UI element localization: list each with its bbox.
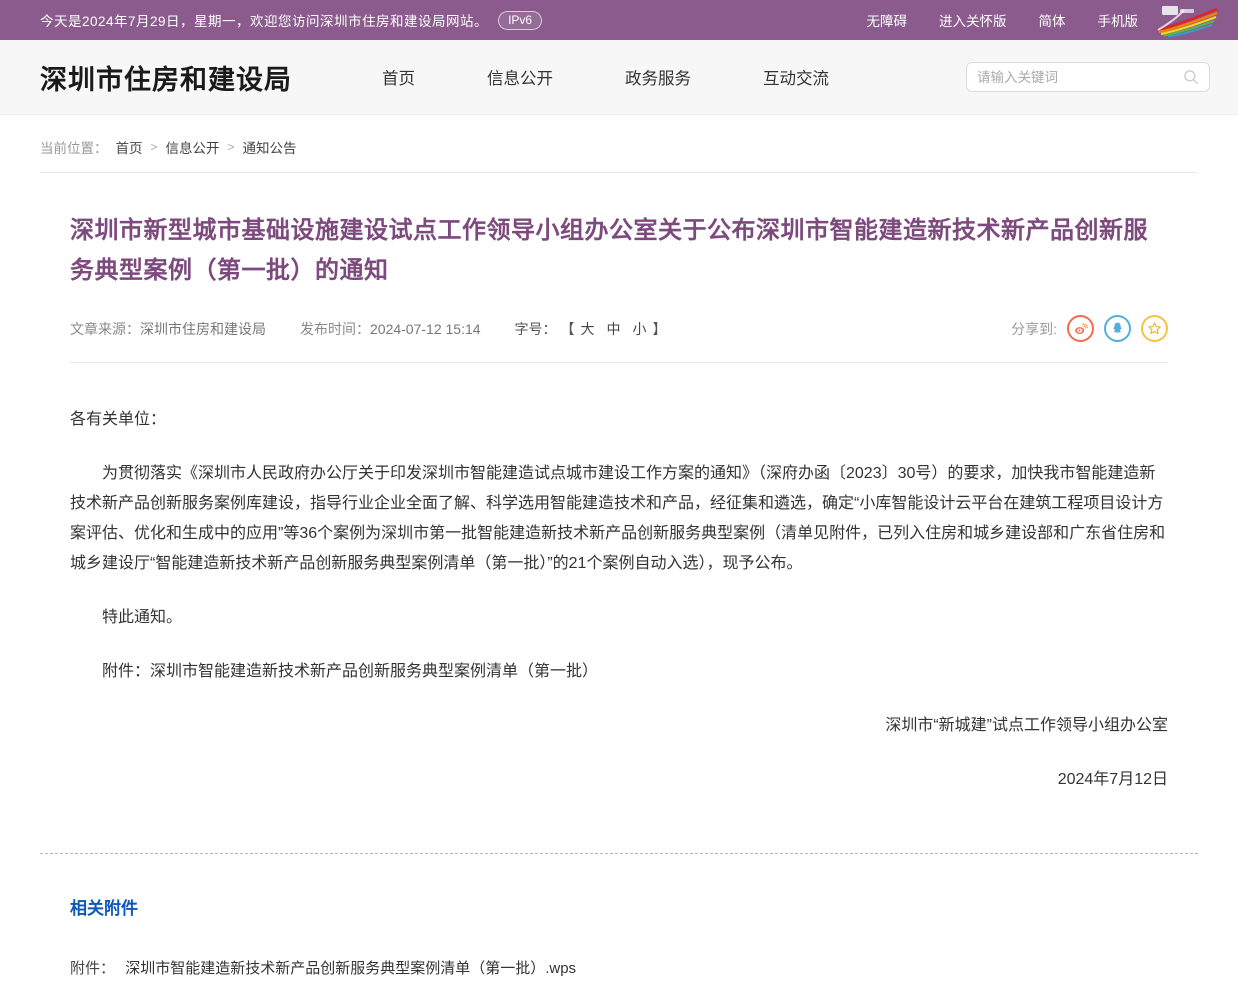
rainbow-wing-logo-icon[interactable]: [1154, 3, 1220, 37]
related-attachments-section: 相关附件 附件： 深圳市智能建造新技术新产品创新服务典型案例清单（第一批）.wp…: [40, 894, 1198, 978]
fontsize-large-button[interactable]: 大: [580, 321, 594, 337]
nav-gov-services[interactable]: 政务服务: [625, 65, 691, 89]
welcome-text: 今天是2024年7月29日，星期一，欢迎您访问深圳市住房和建设局网站。: [40, 10, 488, 30]
article-meta: 文章来源：深圳市住房和建设局 发布时间：2024-07-12 15:14 字号：…: [70, 315, 1168, 342]
time-label: 发布时间：: [300, 321, 370, 337]
divider: [40, 172, 1198, 173]
notice-line: 特此通知。: [70, 603, 1168, 633]
publish-time: 发布时间：2024-07-12 15:14: [300, 319, 481, 339]
breadcrumb-label: 当前位置：: [40, 137, 108, 157]
source-label: 文章来源：: [70, 321, 140, 337]
fontsize-bracket-open: 【: [560, 321, 574, 337]
topbar-links: 无障碍 进入关怀版 简体 手机版: [867, 10, 1139, 30]
breadcrumb-separator: >: [228, 140, 235, 154]
article-body: 各有关单位： 为贯彻落实《深圳市人民政府办公厅关于印发深圳市智能建造试点城市建设…: [70, 405, 1168, 795]
dashed-divider: [40, 853, 1198, 854]
attachment-row: 附件： 深圳市智能建造新技术新产品创新服务典型案例清单（第一批）.wps: [70, 957, 1168, 978]
article: 深圳市新型城市基础设施建设试点工作领导小组办公室关于公布深圳市智能建造新技术新产…: [40, 211, 1198, 795]
share-label: 分享到:: [1011, 319, 1057, 339]
share-group: 分享到:: [1011, 315, 1168, 342]
search-input[interactable]: [977, 70, 1183, 85]
nav-info-disclosure[interactable]: 信息公开: [487, 65, 553, 89]
divider: [70, 362, 1168, 363]
breadcrumb-notices[interactable]: 通知公告: [243, 137, 297, 157]
related-attachments-title: 相关附件: [70, 894, 1168, 919]
salutation: 各有关单位：: [70, 405, 1168, 435]
signature: 深圳市“新城建”试点工作领导小组办公室: [70, 711, 1168, 741]
main-paragraph: 为贯彻落实《深圳市人民政府办公厅关于印发深圳市智能建造试点城市建设工作方案的通知…: [70, 459, 1168, 579]
nav-interaction[interactable]: 互动交流: [763, 65, 829, 89]
nav-home[interactable]: 首页: [382, 65, 415, 89]
source-value: 深圳市住房和建设局: [140, 321, 266, 337]
fontsize-small-button[interactable]: 小: [632, 321, 646, 337]
breadcrumb-info-disclosure[interactable]: 信息公开: [166, 137, 220, 157]
fontsize-label: 字号：: [515, 321, 557, 337]
time-value: 2024-07-12 15:14: [370, 321, 481, 337]
attachment-label: 附件：: [70, 960, 115, 977]
site-title: 深圳市住房和建设局: [40, 58, 292, 97]
share-qzone-button[interactable]: [1141, 315, 1168, 342]
care-version-link[interactable]: 进入关怀版: [939, 10, 1007, 30]
ipv6-badge[interactable]: IPv6: [498, 11, 542, 30]
topbar: 今天是2024年7月29日，星期一，欢迎您访问深圳市住房和建设局网站。 IPv6…: [0, 0, 1238, 40]
weibo-icon: [1073, 321, 1089, 337]
main-nav: 首页 信息公开 政务服务 互动交流: [382, 65, 829, 89]
fontsize-medium-button[interactable]: 中: [606, 321, 620, 337]
font-size-control: 字号： 【大中小】: [515, 319, 667, 339]
accessibility-link[interactable]: 无障碍: [867, 10, 908, 30]
share-qq-button[interactable]: [1104, 315, 1131, 342]
search-box[interactable]: [966, 62, 1210, 92]
search-icon[interactable]: [1183, 69, 1199, 85]
qzone-star-icon: [1147, 321, 1162, 336]
attachment-file-link[interactable]: 深圳市智能建造新技术新产品创新服务典型案例清单（第一批）.wps: [125, 960, 576, 977]
article-title: 深圳市新型城市基础设施建设试点工作领导小组办公室关于公布深圳市智能建造新技术新产…: [70, 211, 1168, 291]
breadcrumb-home[interactable]: 首页: [116, 137, 143, 157]
breadcrumb: 当前位置： 首页 > 信息公开 > 通知公告: [40, 137, 1198, 157]
site-header: 深圳市住房和建设局 首页 信息公开 政务服务 互动交流: [0, 40, 1238, 115]
simplified-chinese-link[interactable]: 简体: [1039, 10, 1066, 30]
article-source: 文章来源：深圳市住房和建设局: [70, 319, 266, 339]
share-weibo-button[interactable]: [1067, 315, 1094, 342]
breadcrumb-separator: >: [151, 140, 158, 154]
qq-penguin-icon: [1110, 321, 1125, 336]
signature-date: 2024年7月12日: [70, 765, 1168, 795]
mobile-version-link[interactable]: 手机版: [1098, 10, 1139, 30]
attachment-reference: 附件：深圳市智能建造新技术新产品创新服务典型案例清单（第一批）: [70, 657, 1168, 687]
fontsize-bracket-close: 】: [652, 321, 666, 337]
